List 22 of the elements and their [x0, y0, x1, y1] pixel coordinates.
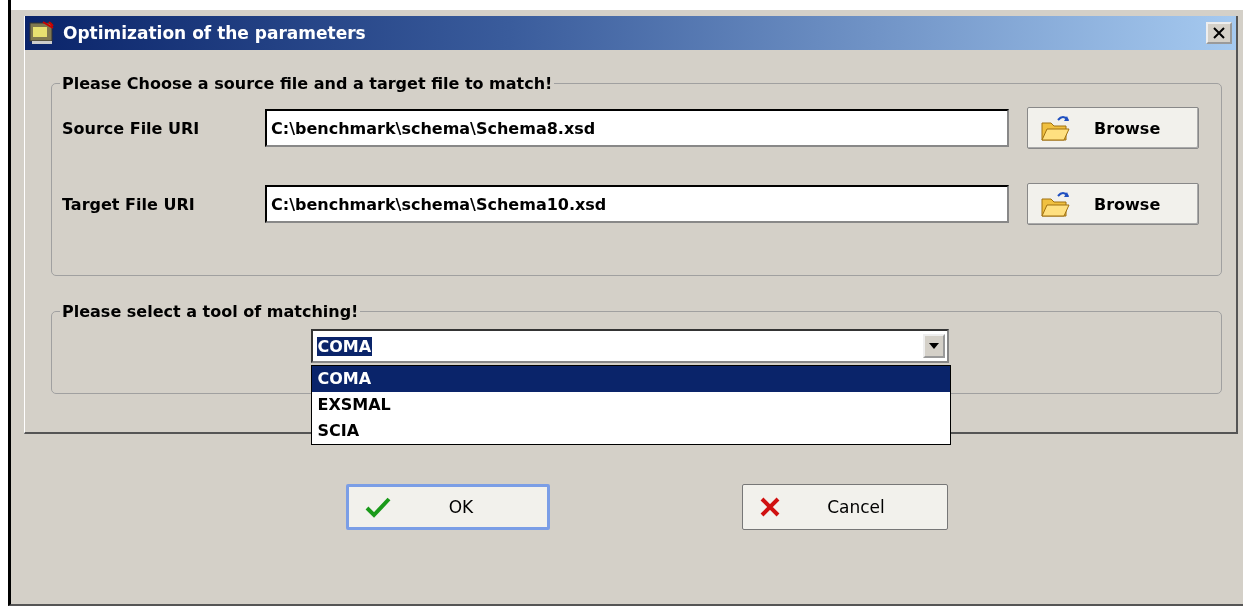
dropdown-button[interactable] — [922, 334, 945, 358]
folder-icon — [1040, 189, 1072, 219]
dropdown-option[interactable]: COMA — [311, 366, 950, 392]
close-icon — [1213, 27, 1225, 39]
file-path-field[interactable]: C:\benchmark\schema\Schema10.xsd — [265, 185, 1009, 223]
cross-icon — [759, 496, 781, 518]
file-path-field[interactable]: C:\benchmark\schema\Schema8.xsd — [265, 109, 1009, 147]
field-label: Target File URI — [61, 194, 196, 214]
folder-icon — [1040, 113, 1072, 143]
close-button[interactable] — [1206, 22, 1232, 44]
group-legend: Please Choose a source file and a target file to match! — [60, 74, 555, 93]
app-icon — [29, 20, 55, 46]
ok-button[interactable]: OK — [346, 484, 550, 530]
caret-icon — [928, 343, 939, 349]
check-icon — [365, 496, 391, 518]
tool-dropdown[interactable]: COMA — [310, 329, 949, 363]
field-label: Source File URI — [61, 118, 201, 138]
group-legend: Please select a tool of matching! — [60, 302, 361, 321]
browse-button[interactable]: Browse — [1027, 183, 1199, 225]
browse-button[interactable]: Browse — [1027, 107, 1199, 149]
window-title: Optimization of the parameters — [63, 23, 367, 43]
cancel-button[interactable]: Cancel — [742, 484, 948, 530]
